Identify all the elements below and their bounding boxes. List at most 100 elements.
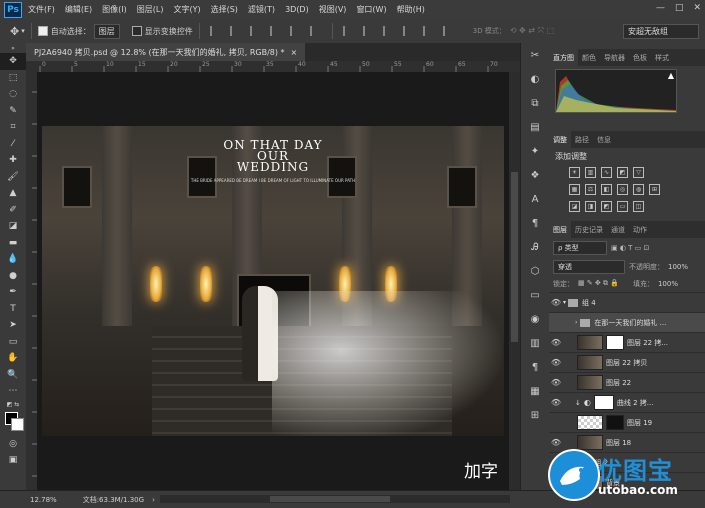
- expand-chevron-icon[interactable]: ▾: [563, 299, 566, 306]
- histogram-warning-icon[interactable]: ▲: [668, 71, 674, 80]
- menu-edit[interactable]: 编辑(E): [65, 4, 92, 15]
- filter-icons[interactable]: ▣ ◐ T ▭ ⊡: [611, 244, 649, 252]
- invert-icon[interactable]: ◪: [569, 201, 580, 212]
- layer-row[interactable]: 👁 ↓ ◐ 曲线 2 拷...: [549, 392, 705, 412]
- tab-histogram[interactable]: 直方图: [549, 49, 578, 66]
- brightness-icon[interactable]: ☀: [569, 167, 580, 178]
- blend-mode-dropdown[interactable]: 穿透: [553, 259, 625, 274]
- brush-tool-icon[interactable]: 🖌: [0, 169, 26, 186]
- move-tool-icon[interactable]: ✥: [0, 53, 26, 70]
- gradient-tool-icon[interactable]: ▬: [0, 235, 26, 252]
- align-bottom-icon[interactable]: [249, 26, 262, 36]
- notes-icon[interactable]: ¶: [521, 355, 549, 379]
- channel-mixer-icon[interactable]: ◍: [633, 184, 644, 195]
- tab-channels[interactable]: 通道: [607, 225, 629, 235]
- lasso-tool-icon[interactable]: ◌: [0, 86, 26, 103]
- tool-preset-chevron-icon[interactable]: ▾: [21, 27, 25, 35]
- eyedropper-tool-icon[interactable]: ⁄: [0, 136, 26, 153]
- menu-file[interactable]: 文件(F): [28, 4, 55, 15]
- photo-filter-icon[interactable]: ◎: [617, 184, 628, 195]
- distribute-right-icon[interactable]: [442, 26, 455, 36]
- eye-icon[interactable]: 👁: [549, 398, 563, 407]
- quick-mask-icon[interactable]: ◎: [0, 436, 26, 453]
- align-hcenter-icon[interactable]: [289, 26, 302, 36]
- zoom-level[interactable]: 12.78%: [30, 496, 57, 504]
- tab-info[interactable]: 信息: [593, 135, 615, 145]
- type-tool-icon[interactable]: T: [0, 301, 26, 318]
- fill-field[interactable]: 100%: [658, 280, 678, 288]
- curves-icon[interactable]: ∿: [601, 167, 612, 178]
- eraser-tool-icon[interactable]: ◪: [0, 218, 26, 235]
- eye-icon[interactable]: 👁: [549, 298, 563, 307]
- tab-history[interactable]: 历史记录: [571, 225, 607, 235]
- menu-select[interactable]: 选择(S): [211, 4, 238, 15]
- quick-select-tool-icon[interactable]: ✎: [0, 103, 26, 120]
- menu-help[interactable]: 帮助(H): [397, 4, 425, 15]
- eye-icon[interactable]: 👁: [549, 358, 563, 367]
- scrollbar-thumb[interactable]: [511, 172, 518, 342]
- menu-filter[interactable]: 滤镜(T): [248, 4, 275, 15]
- blur-tool-icon[interactable]: 💧: [0, 251, 26, 268]
- menu-type[interactable]: 文字(Y): [173, 4, 200, 15]
- color-swatches[interactable]: [0, 410, 26, 436]
- workspace-dropdown[interactable]: 安超无敌组: [623, 23, 699, 39]
- hue-saturation-icon[interactable]: ▦: [569, 184, 580, 195]
- brush-presets-icon[interactable]: ✦: [521, 139, 549, 163]
- lock-icons[interactable]: ▦ ✎ ✥ ⧉ 🔒: [578, 279, 619, 288]
- show-transform-checkbox[interactable]: [131, 26, 142, 36]
- paragraph-icon[interactable]: ¶: [521, 211, 549, 235]
- distribute-left-icon[interactable]: [402, 26, 415, 36]
- layer-filter-dropdown[interactable]: ρ 类型: [553, 240, 607, 255]
- dodge-tool-icon[interactable]: ●: [0, 268, 26, 285]
- properties-icon[interactable]: ⧉: [521, 91, 549, 115]
- eye-icon[interactable]: 👁: [549, 438, 563, 447]
- toolbox-collapse-icon[interactable]: »: [0, 43, 26, 53]
- exposure-icon[interactable]: ◩: [617, 167, 628, 178]
- history-brush-icon[interactable]: ✐: [0, 202, 26, 219]
- menu-view[interactable]: 视图(V): [319, 4, 347, 15]
- color-balance-icon[interactable]: ⚖: [585, 184, 596, 195]
- align-vcenter-icon[interactable]: [229, 26, 242, 36]
- distribute-top-icon[interactable]: [342, 26, 355, 36]
- tab-color[interactable]: 颜色: [578, 53, 600, 63]
- 3d-rotate-icon[interactable]: ⟲ ✥ ⇄ ⤧ ⬚: [510, 26, 554, 36]
- minimize-button[interactable]: —: [656, 3, 665, 13]
- marquee-tool-icon[interactable]: ⬚: [0, 70, 26, 87]
- levels-icon[interactable]: ▥: [585, 167, 596, 178]
- character-icon[interactable]: A: [521, 187, 549, 211]
- tab-actions[interactable]: 动作: [629, 225, 651, 235]
- close-tab-icon[interactable]: ×: [291, 48, 298, 57]
- photo-title[interactable]: ON THAT DAY OUR WEDDING: [42, 139, 504, 173]
- menu-layer[interactable]: 图层(L): [137, 4, 164, 15]
- screen-mode-icon[interactable]: ▣: [0, 452, 26, 469]
- black-white-icon[interactable]: ◧: [601, 184, 612, 195]
- layer-row[interactable]: 👁 ▾ 组 4: [549, 292, 705, 312]
- tools-icon[interactable]: ✂: [521, 43, 549, 67]
- measurement-icon[interactable]: ⊞: [521, 403, 549, 427]
- posterize-icon[interactable]: ◨: [585, 201, 596, 212]
- history-icon[interactable]: ◐: [521, 67, 549, 91]
- menu-3d[interactable]: 3D(D): [285, 5, 309, 14]
- gradient-map-icon[interactable]: ▭: [617, 201, 628, 212]
- distribute-vcenter-icon[interactable]: [362, 26, 375, 36]
- default-colors-icon[interactable]: ◩ ⇆: [0, 400, 26, 410]
- vibrance-icon[interactable]: ▽: [633, 167, 644, 178]
- layer-row[interactable]: 👁 图层 22 拷...: [549, 332, 705, 352]
- threshold-icon[interactable]: ◩: [601, 201, 612, 212]
- canvas-scrollbar-vertical[interactable]: [509, 72, 520, 490]
- maximize-button[interactable]: □: [675, 3, 684, 13]
- canvas-area[interactable]: ON THAT DAY OUR WEDDING THE BRIDE APPEAR…: [37, 72, 509, 490]
- glyphs-icon[interactable]: Ꭿ: [521, 235, 549, 259]
- auto-select-dropdown[interactable]: 图层: [93, 23, 120, 39]
- layer-row[interactable]: 👁 图层 22: [549, 372, 705, 392]
- 3d-icon[interactable]: ⬡: [521, 259, 549, 283]
- layer-row[interactable]: 👁 图层 22 拷贝: [549, 352, 705, 372]
- distribute-hcenter-icon[interactable]: [422, 26, 435, 36]
- scrollbar-thumb[interactable]: [270, 496, 390, 502]
- tab-layers[interactable]: 图层: [549, 221, 571, 238]
- opacity-field[interactable]: 100%: [668, 263, 688, 271]
- menu-image[interactable]: 图像(I): [102, 4, 127, 15]
- color-lookup-icon[interactable]: ⊞: [649, 184, 660, 195]
- wedding-photo[interactable]: ON THAT DAY OUR WEDDING THE BRIDE APPEAR…: [42, 126, 504, 436]
- clone-source-icon[interactable]: ❖: [521, 163, 549, 187]
